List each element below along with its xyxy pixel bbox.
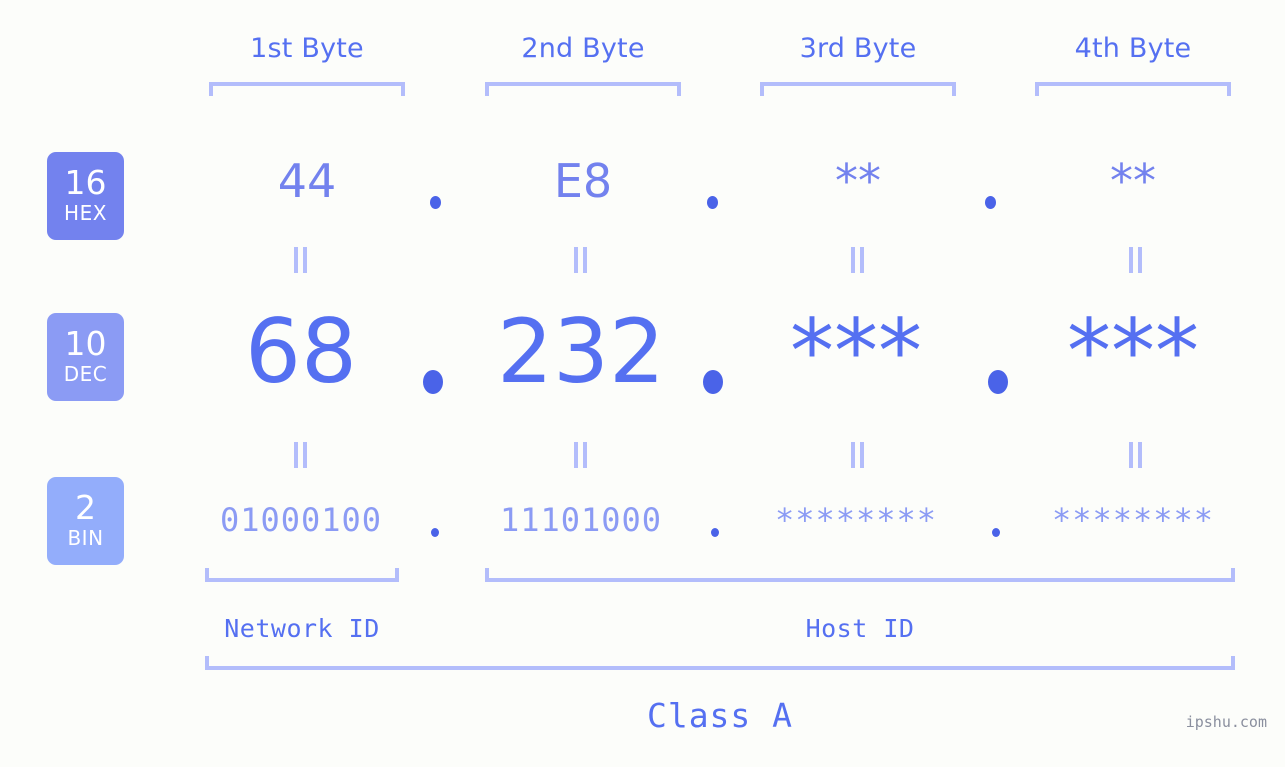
equals-mark-hex-dec-4 xyxy=(1127,247,1145,273)
base-badge-dec-name: DEC xyxy=(63,361,108,386)
bin-separator-1 xyxy=(431,528,439,537)
equals-mark-dec-bin-1 xyxy=(292,442,310,468)
equals-mark-hex-dec-3 xyxy=(849,247,867,273)
base-badge-hex: 16 HEX xyxy=(47,152,124,240)
byte-bracket-4 xyxy=(1035,82,1231,96)
base-badge-dec-number: 10 xyxy=(64,324,107,364)
dec-octet-1: 68 xyxy=(245,300,357,403)
byte-header-3: 3rd Byte xyxy=(799,33,917,64)
hex-octet-1: 44 xyxy=(277,154,337,208)
host-id-label: Host ID xyxy=(805,614,915,643)
hex-octet-3: ** xyxy=(835,154,881,208)
hex-octet-4: ** xyxy=(1110,154,1156,208)
dec-separator-1 xyxy=(423,370,443,394)
equals-mark-dec-bin-4 xyxy=(1127,442,1145,468)
ip-breakdown-diagram: 1st Byte 2nd Byte 3rd Byte 4th Byte 16 H… xyxy=(0,0,1285,767)
dec-octet-2: 232 xyxy=(497,300,665,403)
byte-bracket-2 xyxy=(485,82,681,96)
bin-separator-2 xyxy=(711,528,719,537)
watermark: ipshu.com xyxy=(1185,713,1267,731)
equals-mark-hex-dec-2 xyxy=(572,247,590,273)
equals-mark-dec-bin-2 xyxy=(572,442,590,468)
hex-separator-1 xyxy=(430,196,441,209)
bin-octet-3: ******** xyxy=(774,501,938,539)
byte-header-1: 1st Byte xyxy=(250,33,364,64)
byte-header-2: 2nd Byte xyxy=(521,33,645,64)
host-id-bracket xyxy=(485,568,1235,582)
base-badge-bin-name: BIN xyxy=(67,525,104,550)
base-badge-bin: 2 BIN xyxy=(47,477,124,565)
byte-bracket-3 xyxy=(760,82,956,96)
base-badge-dec: 10 DEC xyxy=(47,313,124,401)
hex-octet-2: E8 xyxy=(553,154,613,208)
dec-separator-2 xyxy=(703,370,723,394)
bin-octet-4: ******** xyxy=(1051,501,1215,539)
dec-octet-3: *** xyxy=(790,300,922,403)
hex-separator-2 xyxy=(707,196,718,209)
class-label: Class A xyxy=(646,696,794,735)
equals-mark-hex-dec-1 xyxy=(292,247,310,273)
class-bracket xyxy=(205,656,1235,670)
base-badge-bin-number: 2 xyxy=(75,488,96,528)
dec-octet-4: *** xyxy=(1067,300,1199,403)
network-id-label: Network ID xyxy=(224,614,380,643)
equals-mark-dec-bin-3 xyxy=(849,442,867,468)
byte-bracket-1 xyxy=(209,82,405,96)
base-badge-hex-name: HEX xyxy=(64,200,107,225)
byte-header-4: 4th Byte xyxy=(1074,33,1192,64)
bin-separator-3 xyxy=(992,528,1000,537)
bin-octet-1: 01000100 xyxy=(219,501,383,539)
bin-octet-2: 11101000 xyxy=(499,501,663,539)
network-id-bracket xyxy=(205,568,399,582)
hex-separator-3 xyxy=(985,196,996,209)
base-badge-hex-number: 16 xyxy=(64,163,107,203)
dec-separator-3 xyxy=(988,370,1008,394)
